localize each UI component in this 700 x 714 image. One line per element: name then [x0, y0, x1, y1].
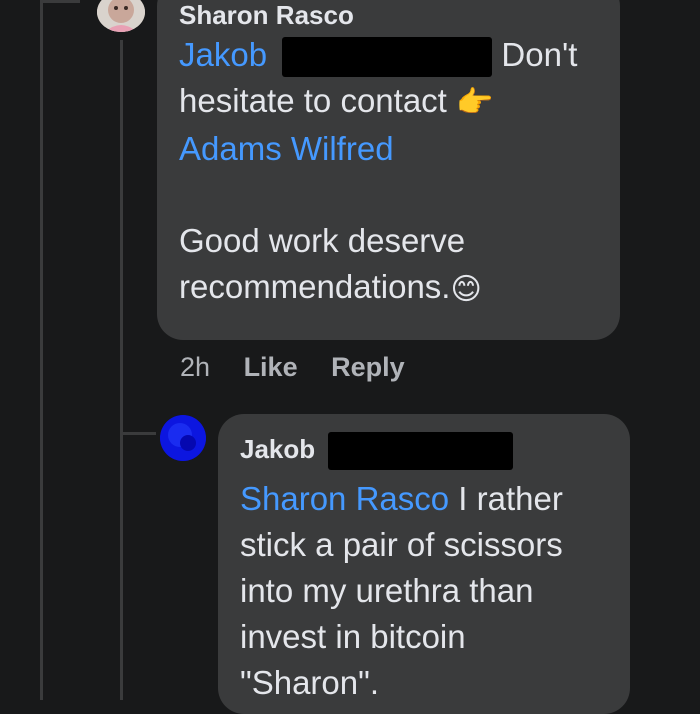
comment-line: recommendations.😊 — [179, 264, 598, 312]
thread-line-inner — [120, 40, 123, 700]
comment-author[interactable]: Sharon Rasco — [179, 0, 598, 30]
comment-bubble: Sharon Rasco Jakob Don't hesitate to con… — [157, 0, 620, 340]
comment-text: Don't — [492, 36, 578, 73]
avatar[interactable] — [97, 0, 145, 32]
comment-line: Jakob Don't — [179, 32, 598, 78]
redaction-block — [328, 432, 514, 470]
comment-body: Jakob Don't hesitate to contact 👉 Adams … — [179, 32, 598, 313]
mention-link[interactable]: Adams Wilfred — [179, 130, 394, 167]
timestamp[interactable]: 2h — [180, 352, 210, 382]
comment-text: I rather — [449, 480, 563, 517]
comment-text: hesitate to contact — [179, 82, 447, 119]
comment-line: stick a pair of scissors — [240, 526, 563, 563]
avatar[interactable] — [160, 415, 206, 461]
profile-photo-icon — [97, 0, 145, 32]
comment-author[interactable]: Jakob — [240, 434, 315, 464]
comment-body: Sharon Rasco I rather stick a pair of sc… — [240, 476, 608, 706]
comment-text: recommendations. — [179, 268, 451, 306]
smile-emoji-icon: 😊 — [450, 272, 482, 306]
like-button[interactable]: Like — [244, 352, 298, 382]
comment-line: hesitate to contact 👉 — [179, 78, 598, 126]
profile-photo-icon — [160, 415, 206, 461]
comment-bubble: Jakob Sharon Rasco I rather stick a pair… — [218, 414, 630, 714]
mention-link[interactable]: Sharon Rasco — [240, 480, 449, 517]
thread-line-top-curve — [40, 0, 80, 3]
thread-line-outer — [40, 0, 43, 700]
comment-line: Adams Wilfred — [179, 126, 598, 172]
comment-line: Sharon Rasco I rather — [240, 476, 608, 522]
thread-line-reply-branch — [120, 432, 156, 435]
redaction-block — [282, 37, 493, 78]
mention-link[interactable]: Jakob — [179, 36, 267, 73]
comment-author-row: Jakob — [240, 432, 608, 470]
comment-line: "Sharon". — [240, 664, 380, 701]
comment-line: invest in bitcoin — [240, 618, 466, 655]
comment-text: Good work deserve — [179, 222, 466, 260]
pointing-hand-icon: 👉 — [456, 86, 494, 120]
comment-line: into my urethra than — [240, 572, 534, 609]
comment-actions: 2h Like Reply — [180, 352, 405, 383]
comment-line: Good work deserve — [179, 218, 598, 264]
reply-button[interactable]: Reply — [331, 352, 405, 382]
